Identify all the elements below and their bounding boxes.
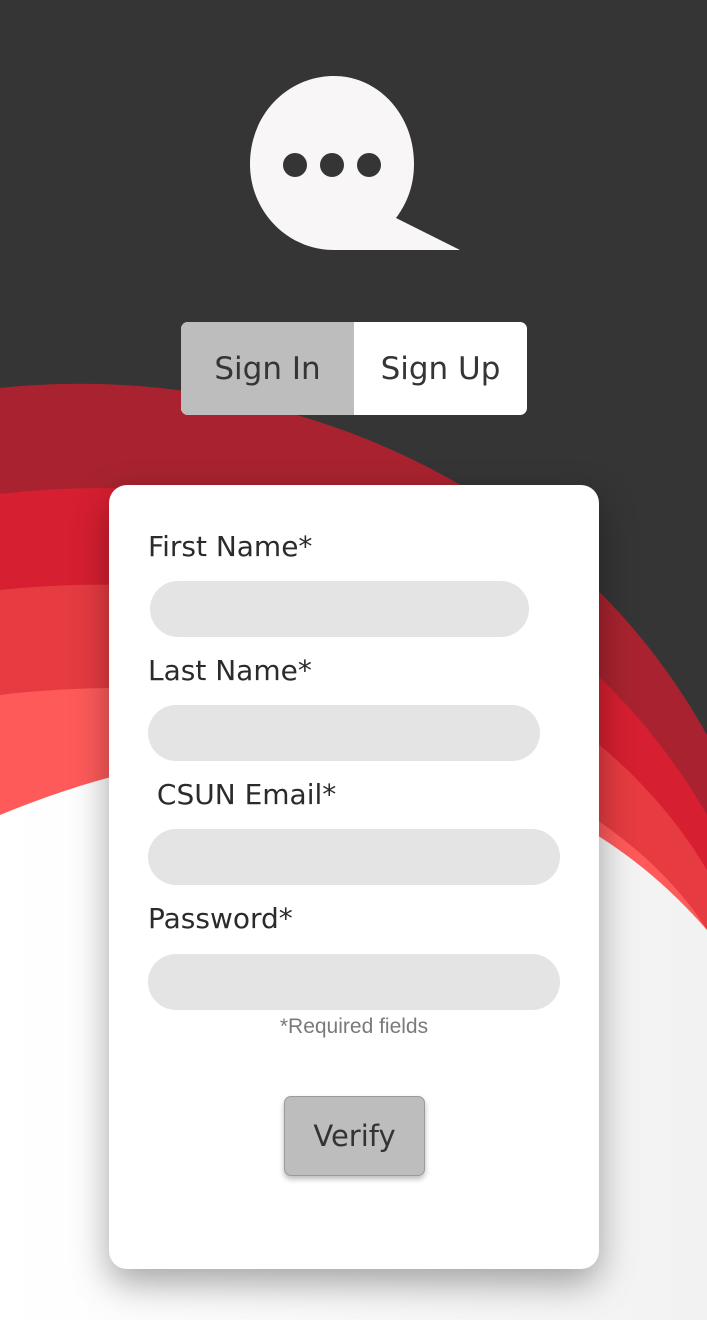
signup-form-card: First Name* Last Name* CSUN Email* Passw… — [109, 485, 599, 1269]
required-fields-note: *Required fields — [279, 1015, 429, 1038]
email-input[interactable] — [148, 829, 560, 885]
auth-tabs: Sign In Sign Up — [181, 322, 527, 415]
signup-screen: Sign In Sign Up First Name* Last Name* C… — [0, 0, 707, 1320]
tab-sign-in[interactable]: Sign In — [181, 322, 354, 415]
last-name-label: Last Name* — [148, 654, 312, 687]
first-name-input[interactable] — [150, 581, 529, 637]
verify-button[interactable]: Verify — [284, 1096, 425, 1176]
password-label: Password* — [148, 902, 293, 935]
last-name-input[interactable] — [148, 705, 540, 761]
tab-sign-up[interactable]: Sign Up — [354, 322, 527, 415]
password-input[interactable] — [148, 954, 560, 1010]
first-name-label: First Name* — [148, 530, 313, 563]
email-label: CSUN Email* — [148, 778, 337, 811]
chat-bubble-ellipsis-icon — [250, 76, 460, 250]
